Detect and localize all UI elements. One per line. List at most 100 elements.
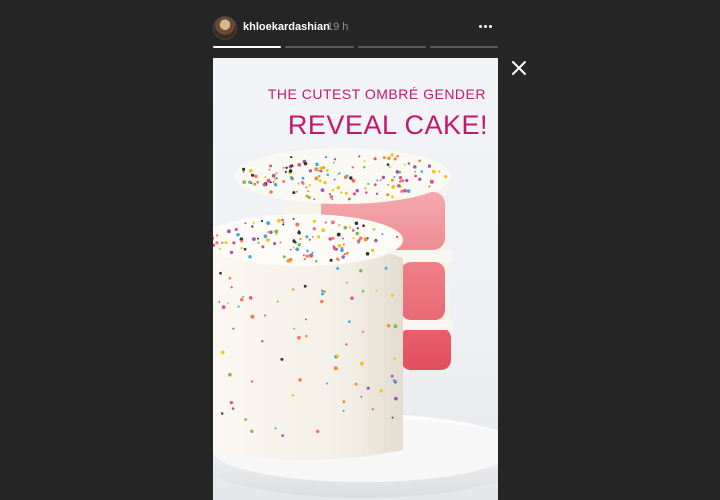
sprinkle bbox=[218, 300, 221, 303]
sprinkle bbox=[379, 179, 382, 182]
sprinkle bbox=[269, 164, 273, 168]
sprinkle bbox=[290, 155, 293, 159]
sprinkle bbox=[326, 173, 330, 176]
sprinkle bbox=[242, 170, 245, 173]
sprinkle bbox=[275, 233, 278, 236]
sprinkle bbox=[308, 238, 311, 241]
sprinkle bbox=[325, 169, 329, 172]
sprinkle bbox=[359, 269, 363, 273]
sprinkle bbox=[230, 286, 233, 289]
sprinkle bbox=[403, 163, 406, 166]
sprinkle bbox=[295, 247, 300, 252]
sprinkle bbox=[387, 324, 391, 328]
sprinkle bbox=[251, 225, 254, 228]
sprinkle bbox=[302, 254, 305, 257]
sprinkle bbox=[253, 182, 257, 186]
sprinkle bbox=[345, 343, 348, 346]
sprinkle bbox=[386, 163, 390, 166]
sprinkle bbox=[345, 174, 349, 177]
sprinkle bbox=[242, 180, 247, 184]
sprinkle bbox=[308, 169, 313, 173]
sprinkle bbox=[254, 174, 258, 179]
user-avatar[interactable] bbox=[213, 16, 237, 40]
sprinkle bbox=[418, 159, 422, 163]
sprinkle bbox=[281, 218, 284, 222]
sprinkle bbox=[262, 182, 267, 187]
sprinkle bbox=[312, 227, 316, 231]
sprinkle bbox=[390, 293, 394, 297]
sprinkle bbox=[366, 237, 369, 240]
sprinkle bbox=[295, 190, 298, 193]
sprinkle bbox=[354, 221, 359, 226]
sprinkle bbox=[357, 240, 360, 243]
sprinkle bbox=[336, 185, 341, 190]
username[interactable]: khloekardashian bbox=[243, 21, 330, 33]
sprinkle bbox=[324, 221, 327, 224]
sprinkle bbox=[398, 176, 403, 180]
sprinkle bbox=[340, 248, 344, 253]
sprinkle bbox=[297, 335, 301, 340]
sprinkle bbox=[379, 389, 384, 393]
sprinkle bbox=[324, 156, 328, 159]
sprinkle bbox=[321, 289, 324, 293]
sprinkle bbox=[428, 185, 431, 188]
sprinkle bbox=[234, 227, 238, 232]
close-icon[interactable] bbox=[510, 59, 528, 77]
sprinkle bbox=[350, 296, 354, 300]
sprinkle bbox=[326, 382, 329, 385]
sprinkle bbox=[343, 225, 348, 230]
sprinkle bbox=[400, 189, 404, 193]
sprinkle bbox=[335, 354, 339, 358]
sprinkle bbox=[328, 237, 333, 241]
sprinkle bbox=[248, 296, 253, 300]
sprinkle bbox=[295, 222, 300, 227]
sprinkle bbox=[274, 427, 277, 430]
sprinkle bbox=[393, 324, 398, 329]
sprinkle bbox=[373, 157, 377, 161]
sprinkle bbox=[321, 228, 326, 233]
sprinkle bbox=[397, 184, 401, 188]
sprinkle bbox=[393, 175, 396, 179]
sprinkle bbox=[329, 194, 334, 199]
sprinkle bbox=[330, 220, 335, 225]
sprinkle bbox=[269, 181, 272, 184]
sprinkle bbox=[269, 230, 273, 234]
sprinkle bbox=[365, 191, 368, 194]
sprinkle bbox=[266, 221, 271, 226]
sprinkle bbox=[342, 243, 345, 246]
sprinkle bbox=[292, 191, 296, 195]
sprinkle bbox=[248, 254, 252, 259]
sprinkle bbox=[393, 396, 398, 401]
sprinkle bbox=[288, 257, 293, 262]
sprinkle bbox=[243, 247, 247, 251]
sprinkle bbox=[375, 289, 378, 292]
sprinkle bbox=[314, 176, 319, 181]
story-media[interactable]: THE CUTEST OMBRÉ GENDER REVEAL CAKE! bbox=[213, 58, 498, 500]
sprinkle bbox=[396, 154, 399, 158]
sprinkle bbox=[381, 175, 386, 180]
sprinkle bbox=[236, 232, 240, 237]
sprinkle bbox=[231, 407, 235, 410]
sprinkle bbox=[224, 241, 228, 245]
progress-segment bbox=[357, 46, 426, 48]
sprinkle bbox=[249, 181, 253, 185]
sprinkle bbox=[305, 254, 309, 258]
sprinkle bbox=[250, 173, 255, 177]
sprinkle bbox=[384, 267, 388, 270]
sprinkle bbox=[420, 170, 424, 173]
sprinkle bbox=[285, 166, 288, 170]
sprinkle bbox=[373, 183, 377, 186]
sprinkle bbox=[240, 297, 244, 302]
sprinkle bbox=[291, 393, 295, 397]
progress-segment bbox=[429, 46, 498, 48]
more-options-icon[interactable] bbox=[475, 18, 495, 34]
sprinkle bbox=[305, 318, 307, 321]
sprinkle bbox=[220, 412, 224, 415]
sprinkle bbox=[403, 188, 407, 193]
sprinkle bbox=[363, 160, 366, 163]
sprinkle bbox=[337, 244, 342, 248]
sprinkle bbox=[221, 241, 224, 244]
sprinkle bbox=[341, 237, 345, 240]
sprinkle bbox=[348, 226, 352, 229]
sprinkle bbox=[248, 169, 253, 173]
